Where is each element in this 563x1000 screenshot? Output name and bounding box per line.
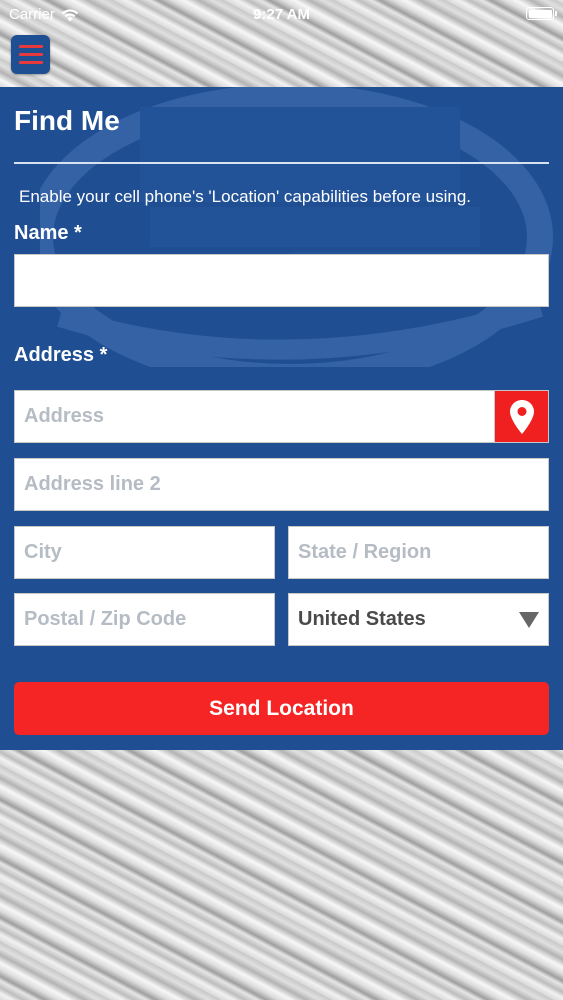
hamburger-menu-icon <box>18 45 43 48</box>
find-me-panel: Find Me Enable your cell phone's 'Locati… <box>0 87 563 750</box>
chevron-down-icon <box>519 611 539 628</box>
hamburger-menu-icon-bar <box>18 61 43 64</box>
address-label: Address * <box>14 344 108 366</box>
address-input[interactable] <box>14 390 495 443</box>
country-select[interactable]: United States <box>288 593 549 646</box>
status-time: 9:27 AM <box>253 6 310 23</box>
zip-input[interactable] <box>14 593 275 646</box>
location-notice: Enable your cell phone's 'Location' capa… <box>19 187 472 206</box>
locate-button[interactable] <box>494 390 549 443</box>
status-bar: Carrier 9:27 AM <box>0 0 563 30</box>
send-location-button[interactable]: Send Location <box>14 682 549 735</box>
name-label: Name * <box>14 222 82 244</box>
city-input[interactable] <box>14 526 275 579</box>
page-title: Find Me <box>14 105 120 136</box>
name-input[interactable] <box>14 254 549 307</box>
state-input[interactable] <box>288 526 549 579</box>
hamburger-menu-icon-bar <box>18 53 43 56</box>
map-pin-icon <box>509 399 534 434</box>
title-divider <box>14 162 549 164</box>
menu-button[interactable] <box>11 35 50 74</box>
country-selected-value: United States <box>298 608 426 630</box>
address-line2-input[interactable] <box>14 458 549 511</box>
battery-icon <box>526 7 557 20</box>
